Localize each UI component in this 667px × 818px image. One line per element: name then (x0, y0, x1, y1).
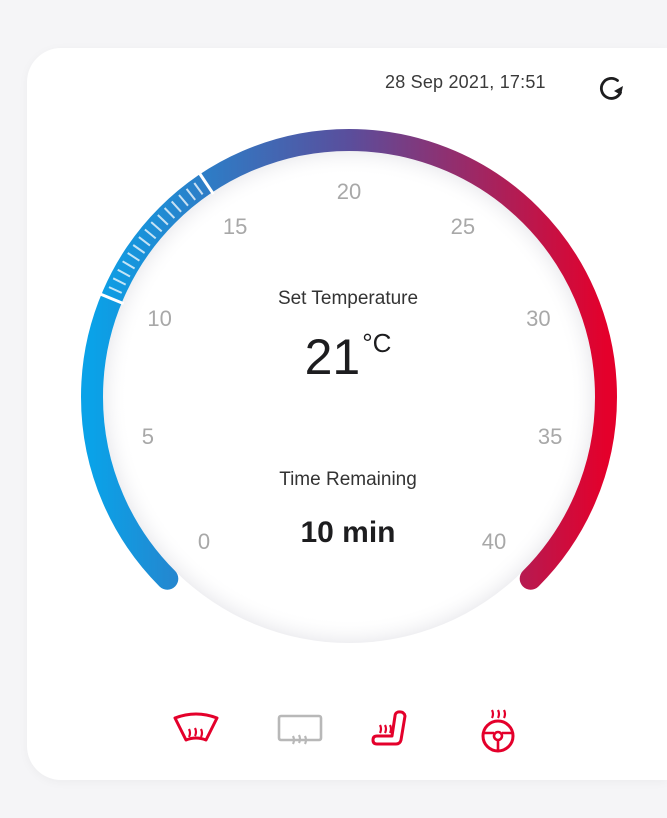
tick-label: 30 (526, 305, 551, 331)
set-temperature-number: 21 (304, 329, 361, 385)
seat-heater-button[interactable] (368, 706, 420, 758)
time-remaining-label: Time Remaining (279, 469, 417, 490)
steering-wheel-heater-button[interactable] (472, 706, 524, 758)
dial-face (103, 151, 595, 643)
seat-heater-icon (371, 710, 407, 746)
time-remaining-value: 10 min (300, 516, 396, 549)
tick-label: 35 (537, 424, 563, 449)
steering-wheel-heater-icon (481, 709, 515, 753)
set-temperature-unit: °C (362, 328, 392, 358)
tick-label: 25 (450, 213, 476, 239)
control-bar (0, 706, 667, 766)
temperature-dial[interactable] (0, 0, 667, 818)
tick-label: 15 (222, 213, 248, 239)
rear-window-defrost-icon (277, 714, 323, 745)
tick-label: 10 (147, 305, 172, 331)
rear-defrost-button[interactable] (274, 706, 326, 758)
tick-label: 5 (141, 424, 155, 449)
set-temperature-label: Set Temperature (277, 288, 419, 309)
front-defrost-button[interactable] (170, 706, 222, 758)
tick-label: 20 (336, 179, 362, 204)
front-windshield-defrost-icon (173, 712, 219, 742)
set-temperature-value[interactable]: 21°C (198, 328, 498, 386)
